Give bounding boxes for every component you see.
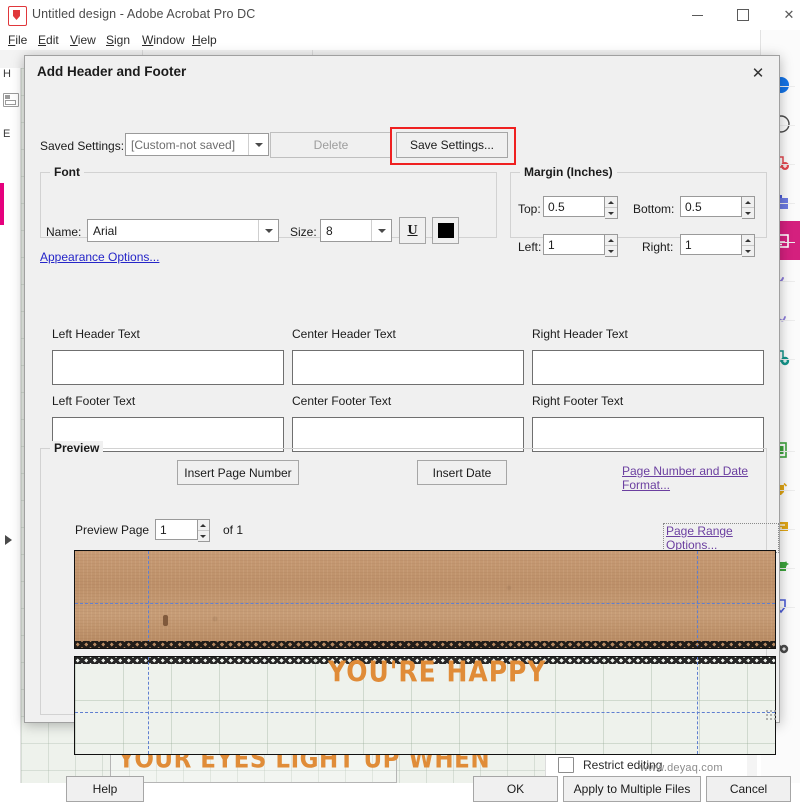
center-header-text-label: Center Header Text xyxy=(292,327,396,341)
margin-top-label: Top: xyxy=(518,202,541,216)
chevron-down-icon[interactable] xyxy=(258,220,278,241)
menu-bar: File Edit View Sign Window Help xyxy=(0,30,800,50)
left-tool-rail: H E xyxy=(0,68,21,783)
menu-help[interactable]: Help xyxy=(188,32,221,48)
menu-edit[interactable]: Edit xyxy=(34,32,63,48)
margin-left-label: Left: xyxy=(518,240,542,254)
color-swatch xyxy=(437,223,454,238)
font-color-button[interactable] xyxy=(432,217,459,244)
right-header-text-label: Right Header Text xyxy=(532,327,628,341)
preview-group-title: Preview xyxy=(50,441,104,455)
menu-file[interactable]: File xyxy=(4,32,31,48)
margin-bottom-spinner[interactable] xyxy=(741,196,755,219)
appearance-options-link[interactable]: Appearance Options... xyxy=(40,250,159,264)
center-footer-text-label: Center Footer Text xyxy=(292,394,392,408)
expand-arrow-icon[interactable] xyxy=(5,535,12,545)
active-tool-accent-bar xyxy=(0,183,4,225)
ok-button[interactable]: OK xyxy=(473,776,558,802)
kraft-texture xyxy=(75,551,775,648)
title-bar: Untitled design - Adobe Acrobat Pro DC ✕ xyxy=(0,0,800,30)
right-footer-text-input[interactable] xyxy=(532,417,764,452)
preview-page-stepper[interactable] xyxy=(155,519,210,542)
menu-view[interactable]: View xyxy=(66,32,100,48)
font-name-value: Arial xyxy=(93,223,118,238)
cancel-button[interactable]: Cancel xyxy=(706,776,791,802)
add-header-and-footer-dialog: Add Header and Footer ✕ Saved Settings: … xyxy=(24,55,791,802)
preview-page-text: YOU'RE HAPPY xyxy=(328,656,547,689)
dialog-resize-grip[interactable] xyxy=(765,709,776,720)
save-settings-button[interactable]: Save Settings... xyxy=(396,132,508,158)
font-name-dropdown[interactable]: Arial xyxy=(87,219,279,242)
maximize-button[interactable] xyxy=(720,0,766,30)
dialog-title: Add Header and Footer xyxy=(37,64,187,79)
margin-top-input[interactable] xyxy=(543,196,605,217)
left-margin-guide xyxy=(148,551,149,648)
margin-right-input[interactable] xyxy=(680,234,742,255)
margin-bottom-stepper[interactable] xyxy=(680,196,755,219)
font-group-title: Font xyxy=(50,165,84,179)
right-margin-guide xyxy=(697,551,698,648)
underline-button[interactable]: U xyxy=(399,217,426,244)
margin-bottom-label: Bottom: xyxy=(633,202,675,216)
preview-page-label: Preview Page xyxy=(75,523,150,537)
right-footer-text-label: Right Footer Text xyxy=(532,394,624,408)
acrobat-icon xyxy=(8,6,27,26)
preview-page-spinner[interactable] xyxy=(197,519,210,542)
top-margin-guide xyxy=(75,603,775,604)
margin-top-stepper[interactable] xyxy=(543,196,618,219)
margin-left-input[interactable] xyxy=(543,234,605,255)
left-header-text-label: Left Header Text xyxy=(52,327,140,341)
saved-settings-dropdown[interactable]: [Custom-not saved] xyxy=(125,133,269,156)
font-size-dropdown[interactable]: 8 xyxy=(320,219,392,242)
right-margin-guide xyxy=(697,657,698,754)
preview-top-pane[interactable] xyxy=(74,550,776,649)
close-window-button[interactable]: ✕ xyxy=(766,0,800,30)
center-header-text-input[interactable] xyxy=(292,350,524,385)
delete-settings-button[interactable]: Delete xyxy=(270,132,392,158)
margin-left-spinner[interactable] xyxy=(604,234,618,257)
left-header-text-input[interactable] xyxy=(52,350,284,385)
menu-file-rest: ile xyxy=(15,33,28,47)
right-header-text-input[interactable] xyxy=(532,350,764,385)
preview-page-total-label: of 1 xyxy=(223,523,244,537)
font-size-label: Size: xyxy=(290,225,317,239)
window-title: Untitled design - Adobe Acrobat Pro DC xyxy=(32,7,256,21)
apply-to-multiple-files-button[interactable]: Apply to Multiple Files xyxy=(563,776,701,802)
margin-right-spinner[interactable] xyxy=(741,234,755,257)
margin-group-title: Margin (Inches) xyxy=(520,165,617,179)
preview-page-input[interactable] xyxy=(155,519,198,540)
rail-home-label[interactable]: H xyxy=(3,68,11,80)
left-margin-guide xyxy=(148,657,149,754)
menu-sign[interactable]: Sign xyxy=(102,32,134,48)
saved-settings-value: [Custom-not saved] xyxy=(131,137,236,152)
chevron-down-icon[interactable] xyxy=(371,220,391,241)
minimize-button[interactable] xyxy=(674,0,720,30)
paper-speck xyxy=(163,615,168,626)
save-icon[interactable] xyxy=(3,93,19,107)
watermark-text: www.deyaq.com xyxy=(640,762,723,774)
font-size-value: 8 xyxy=(326,223,333,238)
torn-edge-decoration xyxy=(75,641,775,648)
page-range-options-link[interactable]: Page Range Options... xyxy=(663,523,779,553)
left-footer-text-label: Left Footer Text xyxy=(52,394,136,408)
margin-bottom-input[interactable] xyxy=(680,196,742,217)
margin-left-stepper[interactable] xyxy=(543,234,618,257)
rail-edit-label[interactable]: E xyxy=(3,128,10,140)
menu-window[interactable]: Window xyxy=(138,32,189,48)
chevron-down-icon[interactable] xyxy=(248,134,268,155)
dialog-body: Saved Settings: [Custom-not saved] Delet… xyxy=(25,88,791,802)
help-button[interactable]: Help xyxy=(66,776,144,802)
center-footer-text-input[interactable] xyxy=(292,417,524,452)
margin-right-label: Right: xyxy=(642,240,674,254)
preview-bottom-pane[interactable]: YOU'RE HAPPY xyxy=(74,656,776,755)
saved-settings-label: Saved Settings: xyxy=(40,139,125,153)
bottom-margin-guide xyxy=(75,712,775,713)
font-name-label: Name: xyxy=(46,225,82,239)
dialog-close-button[interactable]: ✕ xyxy=(741,60,775,86)
restrict-editing-checkbox[interactable] xyxy=(558,757,574,773)
margin-top-spinner[interactable] xyxy=(604,196,618,219)
margin-right-stepper[interactable] xyxy=(680,234,755,257)
acrobat-application-window: Untitled design - Adobe Acrobat Pro DC ✕… xyxy=(0,0,800,802)
